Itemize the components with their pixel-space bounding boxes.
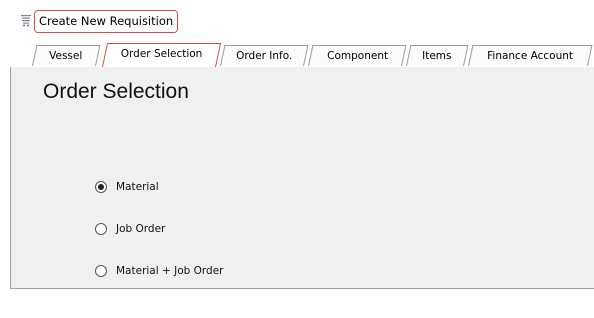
radio-option-material-job-order[interactable]: Material + Job Order (95, 262, 224, 280)
radio-option-job-order[interactable]: Job Order (95, 220, 165, 238)
tab-items[interactable]: Items (406, 45, 469, 66)
tab-label: Order Info. (236, 50, 293, 62)
tab-label: Component (326, 50, 388, 62)
window-title: Create New Requisition (34, 10, 179, 33)
tab-order-selection[interactable]: Order Selection (102, 43, 222, 67)
radio-label: Material (116, 181, 159, 193)
tab-order-info[interactable]: Order Info. (220, 45, 309, 66)
radio-label: Job Order (116, 223, 166, 235)
radio-button[interactable] (95, 181, 107, 193)
page-title: Order Selection (43, 80, 189, 103)
order-type-radio-group: Material Job Order Material + Job Order (95, 172, 355, 280)
radio-button[interactable] (95, 265, 107, 277)
tab-label: Order Selection (120, 48, 203, 60)
tab-strip: Vessel Order Selection Order Info. Compo… (10, 42, 594, 68)
radio-option-material[interactable]: Material (95, 178, 159, 196)
cart-icon (21, 15, 31, 27)
order-selection-panel: Order Selection Material Job Order Mater… (10, 67, 594, 289)
tab-finance-account[interactable]: Finance Account (468, 45, 593, 66)
tab-component[interactable]: Component (308, 45, 407, 66)
radio-button[interactable] (95, 223, 107, 235)
radio-label: Material + Job Order (116, 265, 224, 277)
tab-label: Vessel (49, 50, 83, 62)
tab-label: Items (422, 50, 452, 62)
tab-label: Finance Account (487, 50, 574, 62)
tab-vessel[interactable]: Vessel (32, 45, 101, 66)
